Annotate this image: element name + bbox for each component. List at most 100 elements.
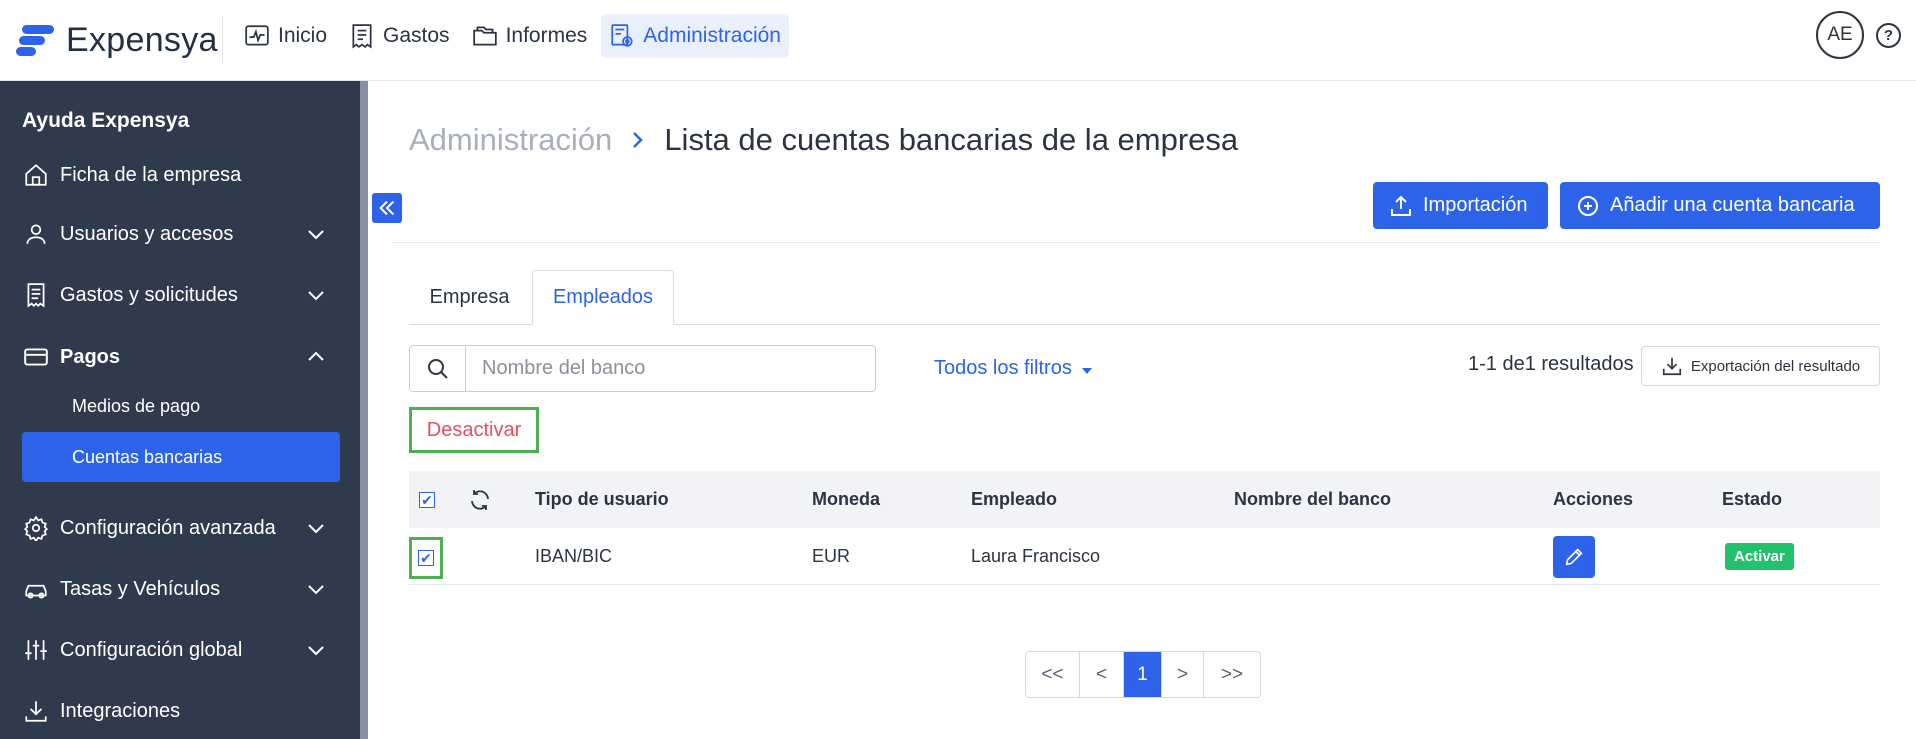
breadcrumb: Administración Lista de cuentas bancaria… [409,122,1238,158]
chevron-down-icon [308,291,324,301]
import-button[interactable]: Importación [1373,182,1548,229]
refresh-icon[interactable] [468,488,492,512]
export-results-label: Exportación del resultado [1690,357,1861,375]
folder-icon [472,26,497,46]
row-checkbox-highlight: ✔ [409,537,443,579]
nav-inicio[interactable]: Inicio [236,14,335,58]
collapse-sidebar-button[interactable] [372,193,402,223]
all-filters-dropdown[interactable]: Todos los filtros [934,357,1092,380]
nav-inicio-label: Inicio [278,24,328,47]
plus-circle-icon [1578,195,1598,216]
sidebar-item-ficha-empresa[interactable]: Ficha de la empresa [22,155,340,195]
sidebar-item-gastos-solicitudes[interactable]: Gastos y solicitudes [22,275,340,315]
page-current-button[interactable]: 1 [1124,652,1162,697]
home-icon [25,164,47,186]
nav-informes-label: Informes [505,24,588,47]
cell-moneda: EUR [812,546,851,566]
row-checkbox[interactable]: ✔ [418,550,434,566]
top-bar: Expensya Inicio Gastos Informes Administ… [0,0,1916,81]
pulse-icon [245,25,269,46]
sidebar: Ayuda Expensya Ficha de la empresa Usuar… [0,81,368,739]
page-prev-button[interactable]: < [1080,652,1124,697]
card-icon [24,348,48,366]
sidebar-scrollbar[interactable] [360,81,368,739]
tab-empresa[interactable]: Empresa [409,270,530,325]
gear-icon [23,515,49,541]
sidebar-subitem-label: Medios de pago [72,395,201,416]
results-count: 1-1 de1 resultados [1468,353,1634,375]
export-results-button[interactable]: Exportación del resultado [1641,346,1880,386]
add-bank-account-button[interactable]: Añadir una cuenta bancaria [1560,182,1880,229]
breadcrumb-root[interactable]: Administración [409,122,612,158]
deactivate-button[interactable]: Desactivar [409,407,539,453]
sidebar-item-pagos[interactable]: Pagos [22,337,340,377]
sidebar-item-label: Configuración avanzada [60,516,276,539]
search-icon [427,358,448,379]
nav-informes[interactable]: Informes [464,14,596,58]
cell-estado: Activar [1725,528,1794,585]
search-button[interactable] [410,346,466,391]
header-divider [392,242,1880,243]
nav-administracion[interactable]: Administración [601,14,789,58]
sidebar-item-label: Gastos y solicitudes [60,283,238,306]
cell-tipo-usuario: IBAN/BIC [535,546,613,566]
sidebar-item-integraciones[interactable]: Integraciones [22,691,340,731]
download-icon [1662,357,1681,376]
chevron-up-icon [308,351,324,361]
chevron-down-icon [308,230,324,240]
sidebar-item-label: Usuarios y accesos [60,222,234,245]
user-avatar[interactable]: AE [1816,11,1864,59]
cell-acciones [1553,528,1595,585]
sidebar-item-label: Configuración global [60,638,243,661]
status-badge[interactable]: Activar [1725,543,1794,570]
column-header-moneda[interactable]: Moneda [812,471,880,528]
page-title: Lista de cuentas bancarias de la empresa [664,122,1239,157]
chevron-down-icon [308,585,324,595]
top-nav: Inicio Gastos Informes Administración [236,14,789,58]
upload-icon [1391,195,1411,216]
chevron-right-icon [633,132,644,148]
select-all-checkbox[interactable]: ✔ [419,491,435,508]
help-icon[interactable]: ? [1876,23,1901,48]
sidebar-item-configuracion-global[interactable]: Configuración global [22,630,340,670]
edit-button[interactable] [1553,535,1595,578]
pagination: << < 1 > >> [1025,651,1261,698]
car-icon [25,584,47,599]
column-header-tipo-usuario[interactable]: Tipo de usuario [535,471,669,528]
table-header: ✔ Tipo de usuario Moneda Empleado Nombre… [409,471,1880,528]
page-first-button[interactable]: << [1026,652,1080,697]
page-last-button[interactable]: >> [1204,652,1260,697]
column-header-estado[interactable]: Estado [1722,471,1782,528]
sidebar-item-configuracion-avanzada[interactable]: Configuración avanzada [22,508,340,548]
table-row: ✔ IBAN/BIC EUR Laura Francisco Activar [409,528,1880,585]
select-all-cell: ✔ [419,471,435,528]
page-next-button[interactable]: > [1162,652,1204,697]
download-icon [25,701,47,722]
sidebar-item-tasas-vehiculos[interactable]: Tasas y Vehículos [22,569,340,609]
app-logo[interactable]: Expensya [16,20,218,60]
pencil-icon [1565,547,1583,565]
chevron-down-icon [308,524,324,534]
logo-divider [222,16,223,64]
chevron-down-icon [308,646,324,656]
nav-gastos-label: Gastos [383,24,450,47]
sidebar-item-usuarios[interactable]: Usuarios y accesos [22,214,340,254]
sidebar-subitem-cuentas-bancarias[interactable]: Cuentas bancarias [22,432,340,482]
column-header-empleado[interactable]: Empleado [971,471,1057,528]
all-filters-label: Todos los filtros [934,357,1072,379]
refresh-cell [468,471,492,528]
sidebar-title[interactable]: Ayuda Expensya [22,109,189,133]
sliders-icon [25,640,47,660]
column-header-acciones: Acciones [1553,489,1634,509]
search-input[interactable] [466,347,875,390]
column-header-nombre-banco[interactable]: Nombre del banco [1234,471,1391,528]
sidebar-subitem-medios-pago[interactable]: Medios de pago [22,381,340,431]
nav-administracion-label: Administración [643,24,781,47]
nav-gastos[interactable]: Gastos [341,14,458,58]
import-button-label: Importación [1423,194,1528,216]
tab-empleados[interactable]: Empleados [532,270,674,325]
cell-empleado: Laura Francisco [971,546,1101,566]
app-name: Expensya [66,20,218,59]
receipt-icon [27,283,45,308]
admin-settings-icon [611,24,633,47]
